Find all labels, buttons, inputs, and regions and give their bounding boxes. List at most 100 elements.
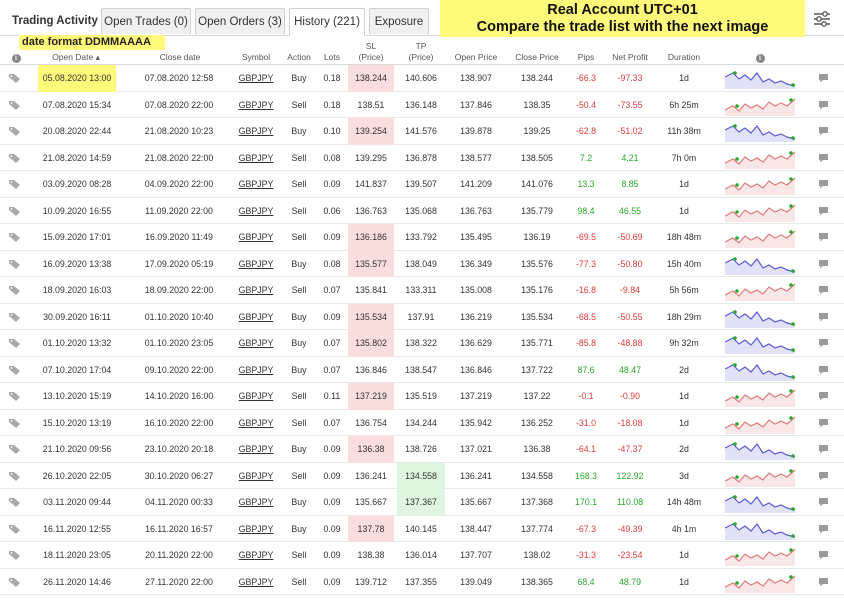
comment-icon[interactable] bbox=[818, 577, 829, 587]
symbol[interactable]: GBPJPY bbox=[232, 410, 280, 437]
symbol[interactable]: GBPJPY bbox=[232, 436, 280, 463]
column-open-price[interactable]: Open Price bbox=[448, 52, 504, 62]
open-date: 01.10.2020 13:32 bbox=[42, 338, 112, 348]
tag-icon[interactable] bbox=[9, 497, 20, 507]
symbol[interactable]: GBPJPY bbox=[232, 383, 280, 410]
symbol[interactable]: GBPJPY bbox=[232, 489, 280, 516]
comment-icon[interactable] bbox=[818, 312, 829, 322]
tag-icon[interactable] bbox=[9, 338, 20, 348]
filter-settings-icon[interactable] bbox=[812, 9, 832, 29]
tag-icon[interactable] bbox=[9, 153, 20, 163]
tag-icon[interactable] bbox=[9, 365, 20, 375]
tag-icon[interactable] bbox=[9, 206, 20, 216]
comment-icon[interactable] bbox=[818, 285, 829, 295]
tag-icon[interactable] bbox=[9, 259, 20, 269]
table-row[interactable]: 05.08.2020 13:00 07.08.2020 12:58 GBPJPY Bu… bbox=[0, 65, 844, 92]
tag-icon[interactable] bbox=[9, 418, 20, 428]
table-row[interactable]: 03.11.2020 09:44 04.11.2020 00:33 GBPJPY Bu… bbox=[0, 489, 844, 516]
column-action[interactable]: Action bbox=[283, 52, 315, 62]
table-row[interactable]: 20.08.2020 22:44 21.08.2020 10:23 GBPJPY Bu… bbox=[0, 118, 844, 145]
table-row[interactable]: 21.10.2020 09:56 23.10.2020 20:18 GBPJPY Bu… bbox=[0, 436, 844, 463]
tag-icon[interactable] bbox=[9, 444, 20, 454]
symbol[interactable]: GBPJPY bbox=[232, 357, 280, 384]
symbol[interactable]: GBPJPY bbox=[232, 516, 280, 543]
tag-icon[interactable] bbox=[9, 391, 20, 401]
column-close-price[interactable]: Close Price bbox=[508, 52, 566, 62]
column-pips[interactable]: Pips bbox=[570, 52, 602, 62]
sl-price: 137.78 bbox=[348, 515, 394, 542]
table-row[interactable]: 07.10.2020 17:04 09.10.2020 22:00 GBPJPY Bu… bbox=[0, 357, 844, 384]
column-open-date[interactable]: Open Date ▴ bbox=[40, 52, 112, 62]
column-symbol[interactable]: Symbol bbox=[232, 52, 280, 62]
symbol[interactable]: GBPJPY bbox=[232, 224, 280, 251]
table-row[interactable]: 18.11.2020 23:05 20.11.2020 22:00 GBPJPY Se… bbox=[0, 542, 844, 569]
tag-icon[interactable] bbox=[9, 550, 20, 560]
table-row[interactable]: 26.11.2020 14:46 27.11.2020 22:00 GBPJPY Se… bbox=[0, 569, 844, 596]
symbol[interactable]: GBPJPY bbox=[232, 569, 280, 596]
tag-icon[interactable] bbox=[9, 73, 20, 83]
tag-icon[interactable] bbox=[9, 179, 20, 189]
comment-icon[interactable] bbox=[818, 126, 829, 136]
table-row[interactable]: 30.09.2020 16:11 01.10.2020 10:40 GBPJPY Bu… bbox=[0, 303, 844, 331]
tag-icon[interactable] bbox=[9, 524, 20, 534]
table-row[interactable]: 16.11.2020 12:55 16.11.2020 16:57 GBPJPY Bu… bbox=[0, 515, 844, 543]
column-net-profit[interactable]: Net Profit bbox=[605, 52, 655, 62]
tab-open-orders[interactable]: Open Orders (3) bbox=[195, 8, 285, 34]
tag-icon[interactable] bbox=[9, 471, 20, 481]
close-price: 138.244 bbox=[521, 73, 553, 83]
comment-icon[interactable] bbox=[818, 206, 829, 216]
comment-icon[interactable] bbox=[818, 73, 829, 83]
tag-icon[interactable] bbox=[9, 100, 20, 110]
tag-icon[interactable] bbox=[9, 126, 20, 136]
symbol[interactable]: GBPJPY bbox=[232, 145, 280, 172]
table-row[interactable]: 16.09.2020 13:38 17.09.2020 05:19 GBPJPY Bu… bbox=[0, 250, 844, 278]
table-row[interactable]: 13.10.2020 15:19 14.10.2020 16:00 GBPJPY Se… bbox=[0, 383, 844, 410]
comment-icon[interactable] bbox=[818, 391, 829, 401]
symbol[interactable]: GBPJPY bbox=[232, 463, 280, 490]
table-row[interactable]: 01.10.2020 13:32 01.10.2020 23:05 GBPJPY Bu… bbox=[0, 330, 844, 357]
table-row[interactable]: 15.09.2020 17:01 16.09.2020 11:49 GBPJPY Se… bbox=[0, 224, 844, 251]
tag-icon[interactable] bbox=[9, 577, 20, 587]
table-row[interactable]: 26.10.2020 22:05 30.10.2020 06:27 GBPJPY Se… bbox=[0, 462, 844, 490]
comment-icon[interactable] bbox=[818, 444, 829, 454]
symbol[interactable]: GBPJPY bbox=[232, 198, 280, 225]
column-sl[interactable]: SL bbox=[348, 41, 394, 51]
column-tp[interactable]: TP bbox=[397, 41, 445, 51]
comment-icon[interactable] bbox=[818, 153, 829, 163]
tab-open-trades[interactable]: Open Trades (0) bbox=[101, 8, 191, 34]
comment-icon[interactable] bbox=[818, 338, 829, 348]
tag-icon[interactable] bbox=[9, 232, 20, 242]
symbol[interactable]: GBPJPY bbox=[232, 330, 280, 357]
symbol[interactable]: GBPJPY bbox=[232, 542, 280, 569]
tag-icon[interactable] bbox=[9, 312, 20, 322]
comment-icon[interactable] bbox=[818, 100, 829, 110]
comment-icon[interactable] bbox=[818, 179, 829, 189]
symbol[interactable]: GBPJPY bbox=[232, 171, 280, 198]
column-close-date[interactable]: Close date bbox=[140, 52, 220, 62]
comment-icon[interactable] bbox=[818, 259, 829, 269]
table-row[interactable]: 03.09.2020 08:28 04.09.2020 22:00 GBPJPY Se… bbox=[0, 171, 844, 198]
column-duration[interactable]: Duration bbox=[660, 52, 708, 62]
comment-icon[interactable] bbox=[818, 524, 829, 534]
table-row[interactable]: 07.08.2020 15:34 07.08.2020 22:00 GBPJPY Se… bbox=[0, 92, 844, 119]
table-row[interactable]: 15.10.2020 13:19 16.10.2020 22:00 GBPJPY Se… bbox=[0, 410, 844, 437]
comment-icon[interactable] bbox=[818, 497, 829, 507]
comment-icon[interactable] bbox=[818, 365, 829, 375]
symbol[interactable]: GBPJPY bbox=[232, 304, 280, 331]
table-row[interactable]: 18.09.2020 16:03 18.09.2020 22:00 GBPJPY Se… bbox=[0, 277, 844, 304]
symbol[interactable]: GBPJPY bbox=[232, 251, 280, 278]
table-row[interactable]: 21.08.2020 14:59 21.08.2020 22:00 GBPJPY Se… bbox=[0, 145, 844, 172]
column-lots[interactable]: Lots bbox=[318, 52, 346, 62]
symbol[interactable]: GBPJPY bbox=[232, 65, 280, 92]
comment-icon[interactable] bbox=[818, 232, 829, 242]
tab-exposure[interactable]: Exposure bbox=[369, 8, 429, 34]
symbol[interactable]: GBPJPY bbox=[232, 118, 280, 145]
symbol[interactable]: GBPJPY bbox=[232, 92, 280, 119]
tab-history[interactable]: History (221) bbox=[289, 8, 365, 36]
symbol[interactable]: GBPJPY bbox=[232, 277, 280, 304]
table-row[interactable]: 10.09.2020 16:55 11.09.2020 22:00 GBPJPY Se… bbox=[0, 198, 844, 225]
comment-icon[interactable] bbox=[818, 471, 829, 481]
comment-icon[interactable] bbox=[818, 550, 829, 560]
comment-icon[interactable] bbox=[818, 418, 829, 428]
tag-icon[interactable] bbox=[9, 285, 20, 295]
